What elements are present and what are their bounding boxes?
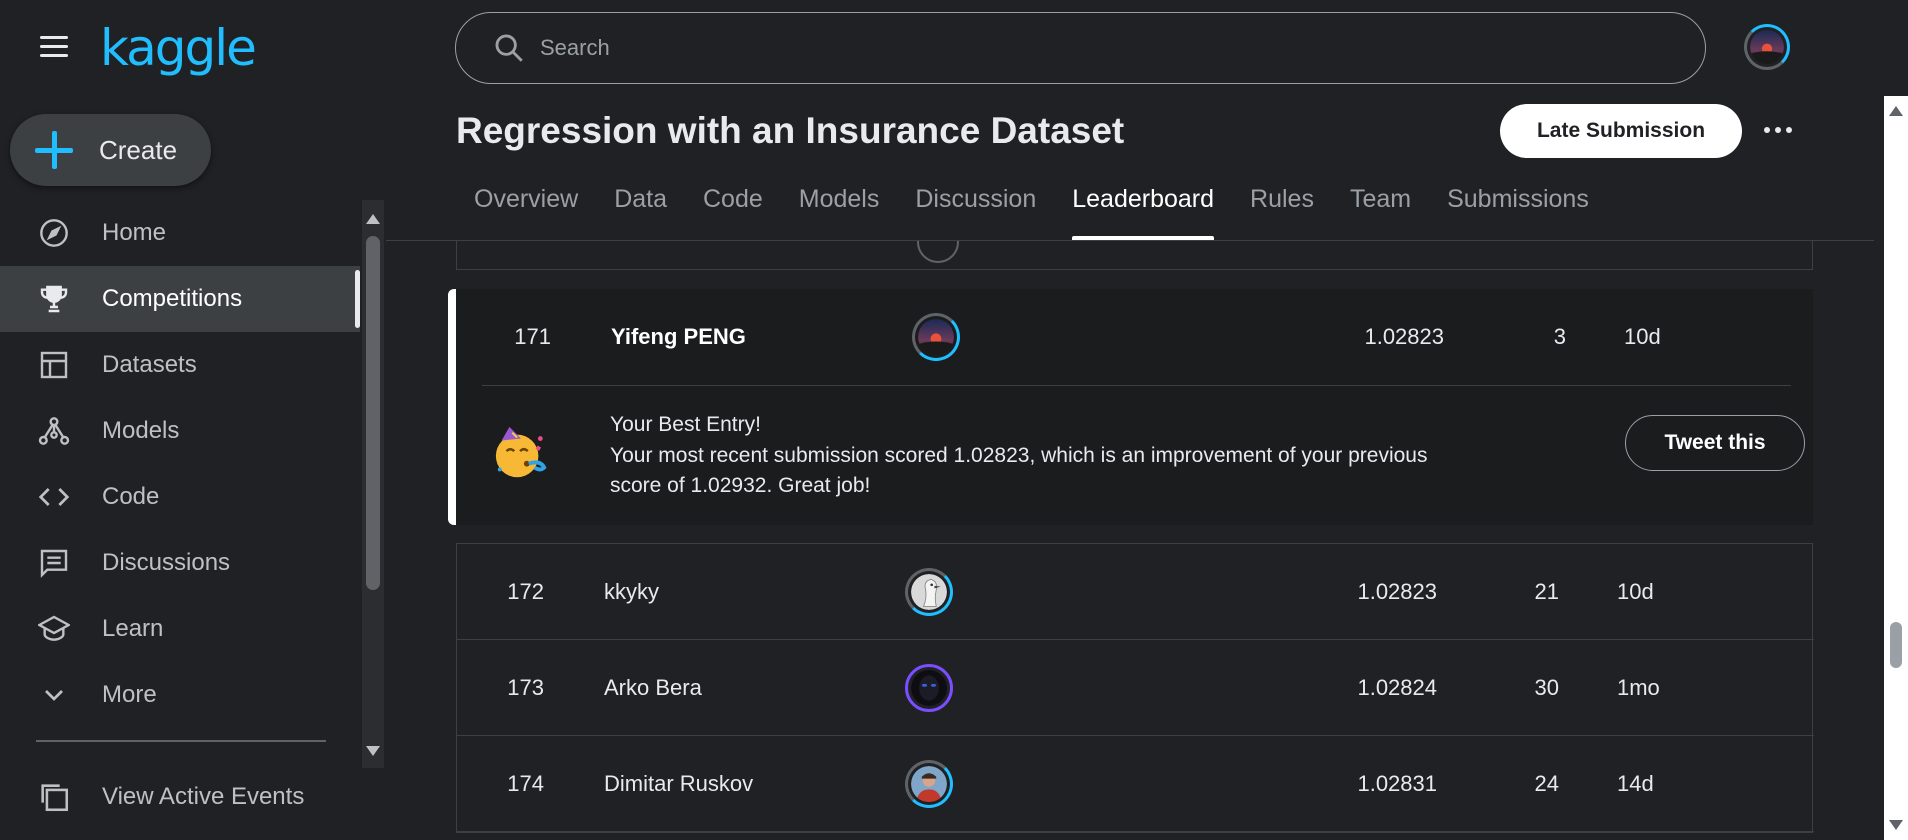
sidebar-item-label: Home — [102, 219, 167, 246]
best-entry-message: Your most recent submission scored 1.028… — [610, 444, 1428, 497]
leaderboard: 171 Yifeng PENG 1.02823 3 10d Your Best … — [386, 241, 1874, 840]
code-icon — [37, 480, 71, 514]
sidebar-item-label: More — [102, 681, 157, 708]
sidebar-item-competitions[interactable]: Competitions — [0, 266, 360, 332]
sidebar-item-discussions[interactable]: Discussions — [0, 530, 360, 596]
page-title: Regression with an Insurance Dataset — [456, 110, 1125, 151]
competition-tabs: Overview Data Code Models Discussion Lea… — [474, 184, 1625, 240]
user-avatar[interactable] — [1744, 24, 1790, 70]
scroll-up-icon[interactable] — [1889, 106, 1903, 116]
compass-icon — [37, 216, 71, 250]
leaderboard-table: 172 kkyky 1.02823 21 10d 173 Arko Bera 1… — [456, 543, 1814, 833]
entries-count: 30 — [1534, 674, 1559, 700]
last-submission: 14d — [1617, 770, 1654, 796]
table-row[interactable] — [456, 241, 1813, 270]
tab-team[interactable]: Team — [1350, 184, 1411, 240]
scroll-down-icon[interactable] — [366, 746, 380, 756]
sidebar-item-label: Datasets — [102, 351, 197, 378]
school-icon — [37, 612, 71, 646]
sidebar-item-label: Code — [102, 483, 160, 510]
tab-discussion[interactable]: Discussion — [915, 184, 1036, 240]
menu-icon[interactable] — [40, 36, 68, 58]
tab-data[interactable]: Data — [614, 184, 667, 240]
scrollbar-thumb[interactable] — [366, 236, 380, 590]
search-input[interactable] — [540, 35, 1640, 61]
tab-overview[interactable]: Overview — [474, 184, 578, 240]
page-scrollbar[interactable] — [1884, 96, 1908, 840]
more-options-icon[interactable] — [1764, 122, 1804, 138]
kaggle-logo[interactable]: kaggle — [100, 18, 257, 78]
table-row[interactable]: 172 kkyky 1.02823 21 10d — [457, 544, 1814, 640]
sidebar-item-datasets[interactable]: Datasets — [0, 332, 360, 398]
entries-count: 21 — [1534, 578, 1559, 604]
avatar-image — [1750, 30, 1784, 64]
entries-count: 3 — [1553, 324, 1566, 349]
tweet-button[interactable]: Tweet this — [1625, 415, 1805, 471]
last-submission: 10d — [1617, 578, 1654, 604]
sidebar-scrollbar[interactable] — [362, 200, 384, 768]
tab-models[interactable]: Models — [799, 184, 880, 240]
main-content: Regression with an Insurance Dataset Lat… — [386, 96, 1874, 840]
create-button[interactable]: Create — [10, 114, 211, 186]
copy-icon — [37, 780, 71, 814]
sidebar-item-label: Learn — [102, 615, 164, 642]
party-face-icon — [495, 426, 547, 478]
sidebar-item-label: Discussions — [102, 549, 231, 576]
comment-icon — [37, 546, 71, 580]
sidebar-item-more[interactable]: More — [0, 662, 360, 728]
best-entry-title: Your Best Entry! — [610, 413, 761, 436]
view-active-events-button[interactable]: View Active Events — [0, 764, 360, 830]
sidebar: kaggle Create Home Competitions Datasets — [0, 0, 386, 840]
plus-icon — [35, 131, 73, 169]
table-row[interactable]: 174 Dimitar Ruskov 1.02831 24 14d — [457, 736, 1814, 832]
tab-code[interactable]: Code — [703, 184, 763, 240]
sidebar-divider — [36, 740, 326, 742]
sidebar-nav: Home Competitions Datasets Models Code D… — [0, 200, 360, 728]
search-bar[interactable] — [455, 12, 1706, 84]
sidebar-item-models[interactable]: Models — [0, 398, 360, 464]
sidebar-item-learn[interactable]: Learn — [0, 596, 360, 662]
sidebar-item-label: Competitions — [102, 285, 243, 312]
tab-leaderboard[interactable]: Leaderboard — [1072, 184, 1214, 240]
avatar[interactable] — [917, 241, 959, 263]
tab-rules[interactable]: Rules — [1250, 184, 1314, 240]
table-icon — [37, 348, 71, 382]
table-row[interactable]: 171 Yifeng PENG 1.02823 3 10d — [456, 289, 1813, 385]
scroll-down-icon[interactable] — [1889, 820, 1903, 830]
late-submission-button[interactable]: Late Submission — [1500, 104, 1742, 158]
sidebar-item-code[interactable]: Code — [0, 464, 360, 530]
models-icon — [37, 414, 71, 448]
create-label: Create — [99, 134, 178, 165]
view-active-events-label: View Active Events — [102, 783, 305, 810]
sidebar-item-label: Models — [102, 417, 180, 444]
search-icon — [495, 34, 523, 62]
scroll-up-icon[interactable] — [366, 214, 380, 224]
sidebar-item-home[interactable]: Home — [0, 200, 360, 266]
divider — [482, 385, 1791, 386]
scrollbar-thumb[interactable] — [1890, 622, 1902, 668]
last-submission: 10d — [1624, 324, 1661, 349]
entries-count: 24 — [1534, 770, 1559, 796]
table-row[interactable]: 173 Arko Bera 1.02824 30 1mo — [457, 640, 1814, 736]
tab-submissions[interactable]: Submissions — [1447, 184, 1589, 240]
chevron-down-icon — [37, 678, 71, 712]
best-entry-card: 171 Yifeng PENG 1.02823 3 10d Your Best … — [448, 289, 1813, 525]
last-submission: 1mo — [1617, 674, 1660, 700]
trophy-icon — [37, 282, 71, 316]
